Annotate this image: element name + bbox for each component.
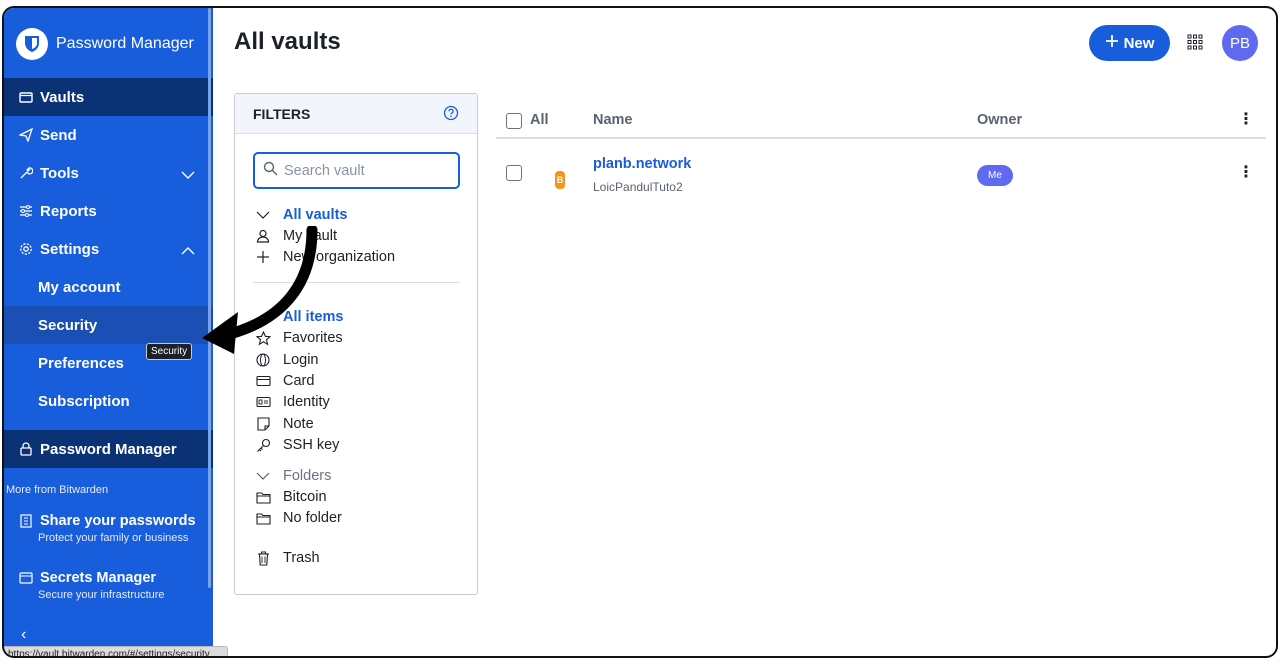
owner-badge: Me — [977, 165, 1013, 186]
shield-logo-icon — [16, 28, 48, 60]
gear-icon — [18, 241, 34, 257]
sidebar-item-my-account[interactable]: My account — [4, 268, 213, 306]
status-url: https://vault.bitwarden.com/#/settings/s… — [4, 646, 228, 656]
filter-label: SSH key — [283, 437, 340, 453]
folder-icon — [255, 489, 271, 505]
filter-identity[interactable]: Identity — [255, 392, 330, 412]
plus-icon — [1105, 34, 1119, 52]
row-checkbox[interactable] — [506, 165, 522, 181]
search-input[interactable] — [284, 162, 444, 179]
sidebar-item-label: Settings — [40, 240, 100, 258]
filter-note[interactable]: Note — [255, 414, 314, 434]
terminal-icon — [18, 570, 34, 586]
id-card-icon — [255, 394, 271, 410]
trash-icon — [255, 550, 271, 566]
select-all-checkbox[interactable] — [506, 113, 522, 129]
filter-folder-bitcoin[interactable]: Bitcoin — [255, 487, 327, 507]
sidebar-item-label: Preferences — [38, 354, 124, 372]
item-name-link[interactable]: planb.network — [593, 156, 691, 172]
filter-no-folder[interactable]: No folder — [255, 508, 342, 528]
sidebar-item-vaults[interactable]: Vaults — [4, 78, 213, 116]
row-options-icon[interactable]: ⋮ — [1238, 165, 1254, 181]
sliders-icon — [18, 203, 34, 219]
column-all[interactable]: All — [530, 112, 549, 128]
product-subtitle: Protect your family or business — [38, 532, 189, 544]
bitcoin-icon: B — [555, 171, 565, 189]
sidebar-item-label: Reports — [40, 202, 97, 220]
product-link-share-passwords[interactable]: Share your passwords Protect your family… — [18, 513, 208, 544]
product-title: Share your passwords — [40, 513, 196, 529]
credit-card-icon — [255, 373, 271, 389]
send-icon — [18, 127, 34, 143]
sidebar-item-reports[interactable]: Reports — [4, 192, 213, 230]
building-icon — [18, 513, 34, 529]
app-name: Password Manager — [56, 35, 194, 52]
annotation-arrow-icon — [202, 226, 318, 354]
filter-label: Bitcoin — [283, 489, 327, 505]
filters-title: FILTERS — [235, 94, 477, 134]
avatar[interactable]: PB — [1222, 25, 1258, 61]
filter-label: Trash — [283, 550, 320, 566]
product-switcher-label: Password Manager — [40, 440, 177, 458]
filter-trash[interactable]: Trash — [255, 548, 320, 568]
search-field[interactable] — [253, 152, 460, 189]
chevron-down-icon — [255, 468, 271, 484]
new-item-button[interactable]: New — [1089, 25, 1170, 61]
help-icon[interactable] — [443, 105, 459, 126]
sidebar-item-label: Send — [40, 126, 77, 144]
sidebar: Password Manager Vaults Send Tools Repor… — [4, 8, 213, 656]
sidebar-item-settings[interactable]: Settings — [4, 230, 213, 268]
filter-folders-header[interactable]: Folders — [255, 466, 331, 486]
filter-label: All vaults — [283, 207, 348, 223]
column-name[interactable]: Name — [593, 112, 633, 128]
app-grid-icon[interactable] — [1187, 34, 1203, 50]
chevron-down-icon — [181, 166, 195, 183]
column-owner[interactable]: Owner — [977, 112, 1022, 128]
product-subtitle: Secure your infrastructure — [38, 589, 165, 601]
sidebar-item-label: My account — [38, 278, 121, 296]
table-header: All Name Owner ⋮ — [496, 103, 1266, 139]
sidebar-item-label: Vaults — [40, 88, 85, 106]
sidebar-item-security[interactable]: Security — [4, 306, 213, 344]
app-window: Password Manager Vaults Send Tools Repor… — [2, 6, 1278, 658]
collapse-sidebar-icon[interactable]: ‹ — [21, 626, 26, 644]
note-icon — [255, 416, 271, 432]
filter-label: No folder — [283, 510, 342, 526]
sidebar-item-subscription[interactable]: Subscription — [4, 382, 213, 420]
product-switcher-password-manager[interactable]: Password Manager — [4, 430, 213, 468]
filter-label: Note — [283, 416, 314, 432]
chevron-up-icon — [181, 242, 195, 259]
filter-label: Identity — [283, 394, 330, 410]
more-options-icon[interactable]: ⋮ — [1238, 112, 1254, 128]
sidebar-item-tools[interactable]: Tools — [4, 154, 213, 192]
sidebar-item-label: Tools — [40, 164, 79, 182]
search-icon — [263, 161, 278, 181]
filter-label: Folders — [283, 468, 332, 484]
table-row[interactable]: B planb.network LoicPandulTuto2 Me ⋮ — [496, 147, 1266, 205]
item-username: LoicPandulTuto2 — [593, 180, 683, 194]
chevron-down-icon — [255, 207, 271, 223]
vault-icon — [18, 89, 34, 105]
page-title: All vaults — [234, 28, 341, 55]
new-button-label: New — [1123, 34, 1155, 52]
key-icon — [255, 437, 271, 453]
sidebar-item-label: Subscription — [38, 392, 130, 410]
more-from-label: More from Bitwarden — [6, 484, 109, 496]
filter-card[interactable]: Card — [255, 371, 314, 391]
filter-label: Card — [283, 373, 315, 389]
lock-icon — [18, 441, 34, 457]
folder-icon — [255, 510, 271, 526]
sidebar-item-label: Security — [38, 316, 98, 334]
product-title: Secrets Manager — [40, 570, 157, 586]
tooltip: Security — [146, 343, 193, 360]
filter-all-vaults[interactable]: All vaults — [255, 205, 347, 225]
product-link-secrets-manager[interactable]: Secrets Manager Secure your infrastructu… — [18, 570, 208, 601]
brand[interactable]: Password Manager — [4, 8, 213, 80]
filter-ssh-key[interactable]: SSH key — [255, 435, 339, 455]
sidebar-item-send[interactable]: Send — [4, 116, 213, 154]
wrench-icon — [18, 165, 34, 181]
